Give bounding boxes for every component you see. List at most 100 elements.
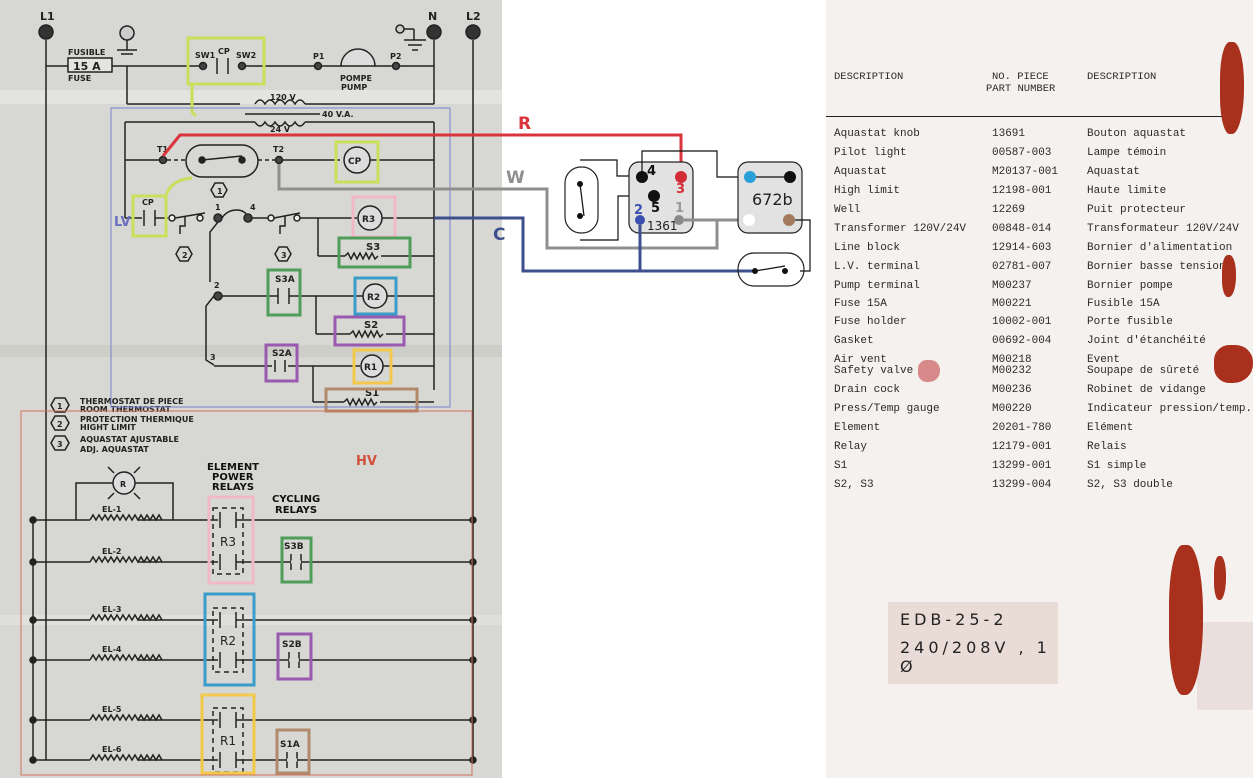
part-number: 12914-603	[992, 242, 1052, 254]
header-description-fr: DESCRIPTION	[1087, 71, 1157, 83]
pin-2-label: 2	[634, 203, 643, 218]
hv-zone-label: HV	[356, 454, 377, 469]
marker-1-text: 1	[217, 187, 223, 196]
cycling-relays-title-1: CYCLING	[272, 494, 320, 505]
model-number: EDB-25-2	[900, 610, 1008, 629]
description-fr: Bornier pompe	[1087, 280, 1173, 292]
pin-5-label: 5	[651, 201, 660, 216]
marker-3-text: 3	[281, 251, 287, 260]
pump-label-fr: POMPE	[340, 74, 372, 83]
legend-2-num: 2	[57, 420, 63, 429]
part-number: 00587-003	[992, 147, 1052, 159]
description-en: Aquastat	[834, 166, 887, 178]
paint-stain	[1214, 556, 1226, 600]
p2-label: P2	[390, 52, 401, 61]
part-number: 00692-004	[992, 335, 1052, 347]
sw1-label: SW1	[195, 51, 216, 60]
description-en: Press/Temp gauge	[834, 403, 940, 415]
table-row: Fuse holder 10002-001 Porte fusible	[826, 316, 1253, 335]
relay-672b-model: 672b	[752, 190, 793, 209]
table-row: Transformer 120V/24V 00848-014 Transformat…	[826, 223, 1253, 242]
legend-3-fr: AQUASTAT AJUSTABLE	[80, 435, 179, 444]
element-label: EL-6	[102, 745, 122, 754]
part-number: 20201-780	[992, 422, 1052, 434]
wiring-schematic: L1 N L2 15 A FUSIBLE FUSE SW1 CP SW2 P1 …	[0, 0, 502, 778]
element-label: EL-1	[102, 505, 122, 514]
description-en: Pilot light	[834, 147, 907, 159]
header-part-no-en: PART NUMBER	[986, 83, 1056, 95]
part-number: M00232	[992, 365, 1032, 377]
description-en: Transformer 120V/24V	[834, 223, 967, 235]
terminal-4-label: 4	[250, 203, 256, 212]
legend-3-en: ADJ. AQUASTAT	[80, 445, 149, 454]
description-fr: S1 simple	[1087, 460, 1147, 472]
description-fr: Joint d'étanchéité	[1087, 335, 1206, 347]
description-en: Fuse 15A	[834, 298, 887, 310]
table-row: Well 12269 Puit protecteur	[826, 204, 1253, 223]
description-en: Line block	[834, 242, 901, 254]
description-en: Drain cock	[834, 384, 901, 396]
part-number: 13691	[992, 128, 1026, 140]
part-number: M20137-001	[992, 166, 1059, 178]
description-en: Aquastat knob	[834, 128, 920, 140]
description-fr: Porte fusible	[1087, 316, 1173, 328]
pin-1-label: 1	[675, 201, 684, 216]
pin-3-label: 3	[676, 182, 685, 197]
switch-left-icon	[564, 166, 599, 234]
table-row: Element 20201-780 Elément	[826, 422, 1253, 441]
sw2-label: SW2	[236, 51, 256, 60]
table-row: Safety valve M00232 Soupape de sûreté	[826, 365, 1253, 384]
table-row: High limit 12198-001 Haute limite	[826, 185, 1253, 204]
legend-1-en: ROOM THERMOSTAT	[80, 405, 171, 414]
relay-1361: 4 3 5 2 1 1361	[628, 150, 750, 234]
legend-1-num: 1	[57, 402, 63, 411]
relay-672b: 672b	[737, 161, 803, 234]
element-label: EL-5	[102, 705, 122, 714]
description-en: Pump terminal	[834, 280, 920, 292]
description-fr: Transformateur 120V/24V	[1087, 223, 1239, 235]
lv-zone-label: LV	[114, 215, 131, 230]
part-number: 12198-001	[992, 185, 1052, 197]
part-number: 00848-014	[992, 223, 1052, 235]
table-row: Fuse 15A M00221 Fusible 15A	[826, 298, 1253, 317]
model-label: EDB-25-2 240/208V , 1 Ø	[888, 602, 1058, 684]
element-label: EL-2	[102, 547, 121, 556]
r1-coil-label: R1	[364, 363, 377, 373]
description-fr: Bornier d'alimentation	[1087, 242, 1233, 254]
description-fr: Puit protecteur	[1087, 204, 1187, 216]
description-en: Relay	[834, 441, 868, 453]
header-description-en: DESCRIPTION	[834, 71, 904, 83]
description-fr: Relais	[1087, 441, 1127, 453]
relay-label: R3	[220, 535, 236, 549]
table-row: L.V. terminal 02781-007 Bornier basse tens…	[826, 261, 1253, 280]
table-row: Pump terminal M00237 Bornier pompe	[826, 280, 1253, 299]
s3a-label: S3A	[275, 275, 295, 285]
legend-2-en: HIGHT LIMIT	[80, 423, 136, 432]
header-part-no-fr: NO. PIECE	[992, 71, 1049, 83]
part-number: M00236	[992, 384, 1032, 396]
pump-label-en: PUMP	[341, 83, 367, 92]
table-row: Relay 12179-001 Relais	[826, 441, 1253, 460]
description-en: High limit	[834, 185, 901, 197]
header-rule	[826, 116, 1226, 117]
terminal-1-label: 1	[215, 203, 221, 212]
cycling-relay-label: S1A	[280, 740, 300, 750]
part-number: 13299-001	[992, 460, 1052, 472]
description-en: Safety valve	[834, 365, 914, 377]
description-en: S1	[834, 460, 848, 472]
description-fr: Lampe témoin	[1087, 147, 1167, 159]
terminal-l2-label: L2	[466, 10, 481, 23]
description-en: Element	[834, 422, 881, 434]
relay-label: R1	[220, 734, 236, 748]
description-fr: Fusible 15A	[1087, 298, 1160, 310]
t2-label: T2	[273, 145, 284, 154]
transformer-rating: 40 V.A.	[322, 110, 354, 119]
description-en: Gasket	[834, 335, 874, 347]
marker-2-text: 2	[182, 251, 188, 260]
fuse-label-en: FUSE	[68, 74, 91, 83]
description-fr: Soupape de sûreté	[1087, 365, 1200, 377]
paint-stain	[1222, 255, 1236, 297]
switch-bottom-icon	[737, 252, 805, 287]
model-rating: 240/208V , 1 Ø	[900, 638, 1051, 676]
part-number: 12269	[992, 204, 1026, 216]
